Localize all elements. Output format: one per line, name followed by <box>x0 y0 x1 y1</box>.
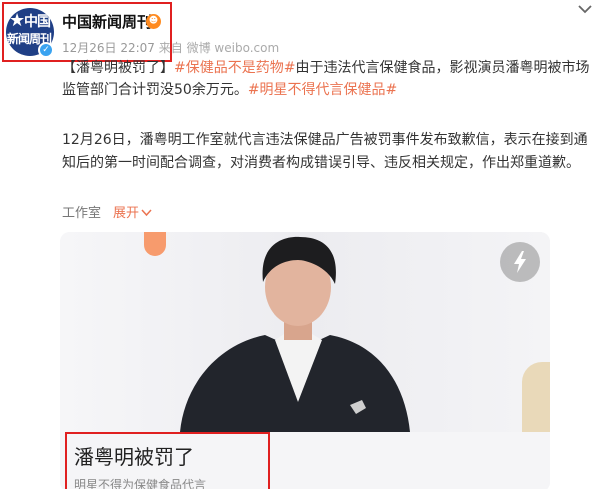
hashtag-health-products[interactable]: #保健品不是药物# <box>174 60 295 76</box>
source-prefix: 来自 <box>158 41 183 55</box>
account-name[interactable]: 中国新闻周刊 <box>62 12 152 32</box>
card-title[interactable]: 潘粤明被罚了 <box>74 444 194 470</box>
post-paragraph-2: 12月26日，潘粤明工作室就代言违法保健品广告被罚事件发布致歉信，表示在接到通知… <box>62 132 588 171</box>
card-subtitle: 明星不得为保健食品代言 <box>74 478 207 489</box>
expand-label: 展开 <box>113 206 140 221</box>
chevron-down-icon[interactable] <box>576 2 594 16</box>
studio-row: 工作室 展开 <box>62 205 152 223</box>
person-photo <box>180 236 410 432</box>
verified-badge-icon: ✓ <box>38 42 54 58</box>
studio-label: 工作室 <box>62 206 102 221</box>
post-meta: 12月26日 22:07 来自 微博 weibo.com <box>62 40 279 56</box>
hashtag-celebrity-endorsement[interactable]: #明星不得代言保健品# <box>248 82 397 98</box>
avatar-logo-line1: 中国 <box>24 14 51 30</box>
chevron-down-icon <box>141 209 152 217</box>
expand-button[interactable]: 展开 <box>113 206 152 221</box>
card-photo <box>60 232 550 432</box>
smiley-emoji-icon: ☻ <box>146 14 161 29</box>
post-date[interactable]: 12月26日 22:07 <box>62 41 155 55</box>
post-lead: 【潘粤明被罚了】 <box>62 60 174 76</box>
lightning-icon[interactable] <box>500 242 540 282</box>
post-paragraph-1: 【潘粤明被罚了】#保健品不是药物#由于违法代言保健食品，影视演员潘粤明被市场监管… <box>62 57 592 101</box>
star-icon: ★ <box>9 10 26 31</box>
post-source[interactable]: 微博 weibo.com <box>187 41 280 55</box>
